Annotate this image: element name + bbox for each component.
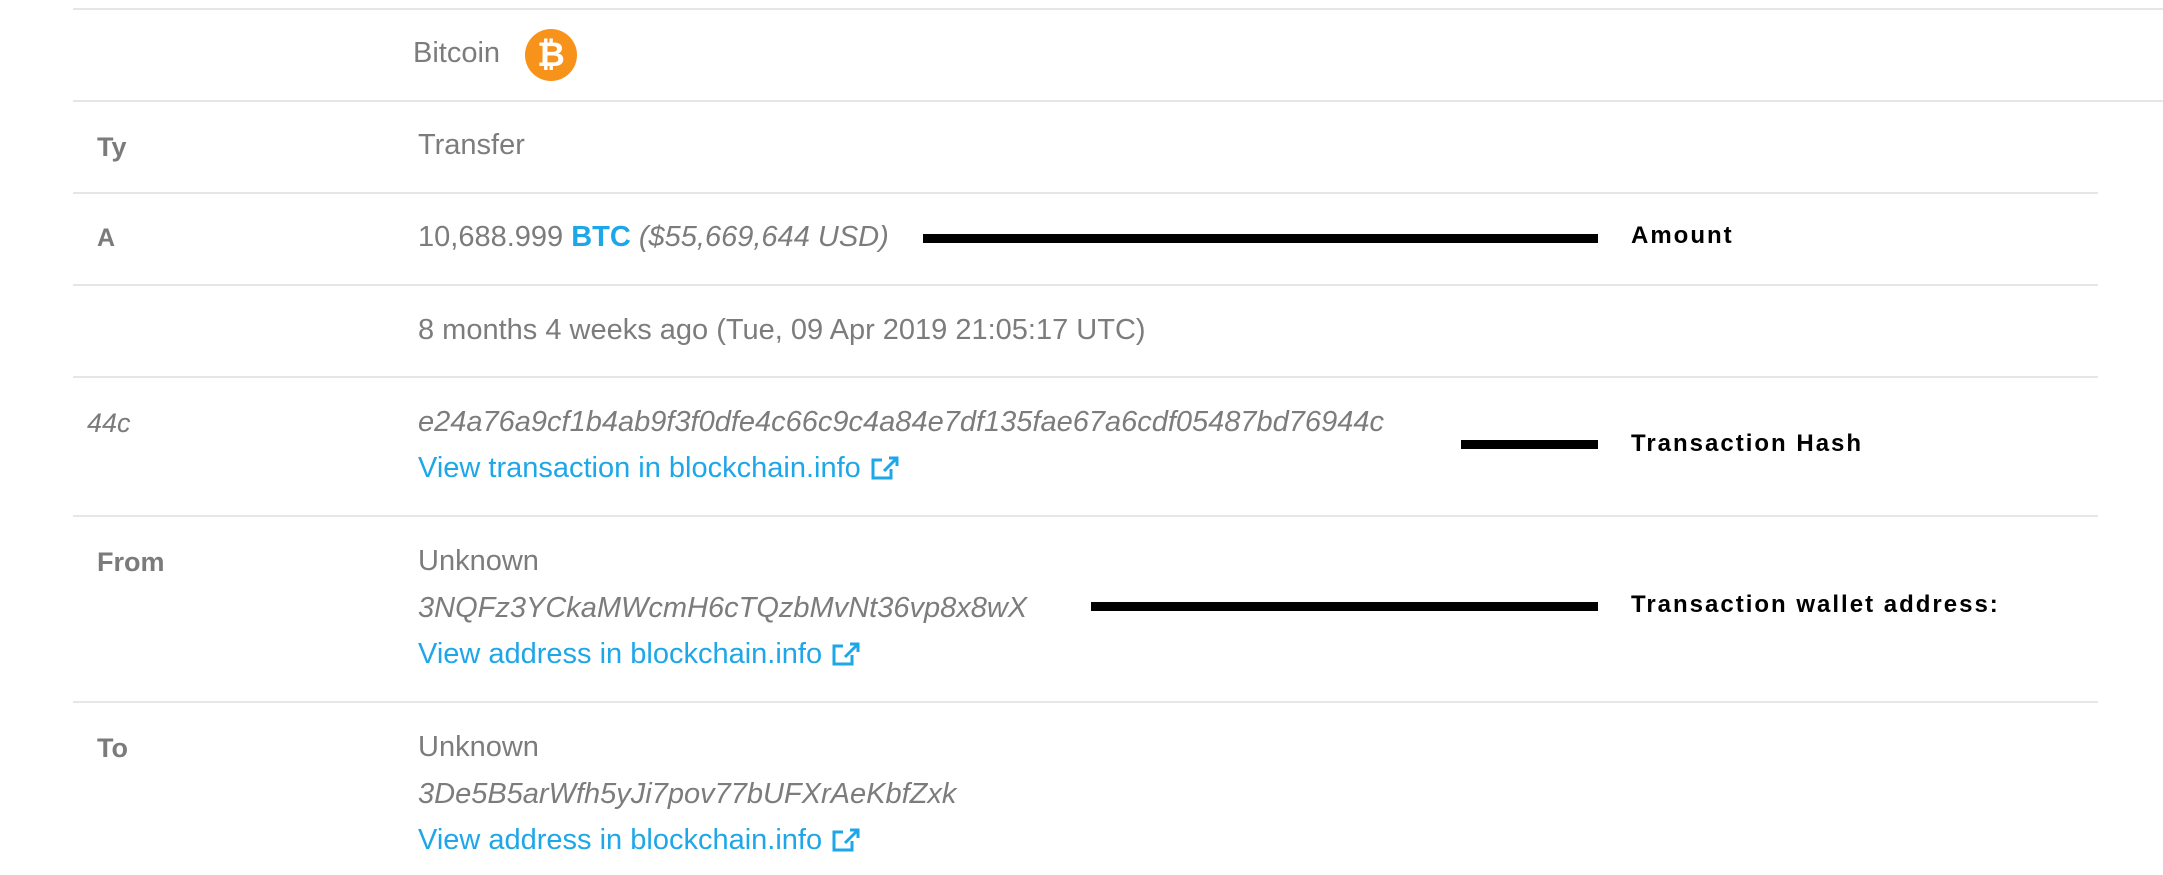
view-transaction-label: View transaction in blockchain.info	[418, 452, 861, 484]
time-value: 8 months 4 weeks ago (Tue, 09 Apr 2019 2…	[418, 314, 1146, 346]
view-transaction-link[interactable]: View transaction in blockchain.info	[418, 452, 899, 485]
amount-value: 10,688.999 BTC ($55,669,644 USD)	[418, 221, 889, 254]
amount-annotation-line	[923, 234, 1598, 243]
from-label: From	[97, 547, 165, 577]
external-link-icon	[832, 828, 860, 852]
view-to-address-label: View address in blockchain.info	[418, 824, 823, 856]
amount-number: 10,688.999	[418, 221, 564, 253]
hash-value: e24a76a9cf1b4ab9f3f0dfe4c66c9c4a84e7df13…	[418, 406, 1384, 438]
wallet-annotation: Transaction wallet address:	[1631, 591, 2000, 618]
amount-usd: ($55,669,644 USD)	[638, 221, 889, 253]
amount-annotation: Amount	[1631, 222, 1734, 249]
to-label: To	[97, 733, 128, 763]
amount-unit[interactable]: BTC	[571, 221, 631, 253]
hash-annotation-line	[1461, 440, 1598, 449]
view-to-address-link[interactable]: View address in blockchain.info	[418, 824, 860, 857]
hash-annotation: Transaction Hash	[1631, 430, 1864, 457]
divider	[73, 192, 2098, 194]
amount-label: A	[97, 224, 116, 252]
type-value: Transfer	[418, 129, 525, 161]
divider	[73, 100, 2163, 102]
wallet-annotation-line	[1091, 602, 1598, 611]
divider	[73, 701, 2098, 703]
divider	[73, 8, 2163, 10]
from-address: 3NQFz3YCkaMWcmH6cTQzbMvNt36vp8x8wX	[418, 592, 1028, 624]
view-from-address-link[interactable]: View address in blockchain.info	[418, 638, 860, 671]
view-from-address-label: View address in blockchain.info	[418, 638, 823, 670]
from-owner: Unknown	[418, 545, 539, 577]
coin-name: Bitcoin	[413, 37, 501, 69]
divider	[73, 284, 2098, 286]
to-owner: Unknown	[418, 731, 539, 763]
to-address: 3De5B5arWfh5yJi7pov77bUFXrAeKbfZxk	[418, 778, 957, 810]
bitcoin-icon: ₿	[525, 29, 577, 81]
external-link-icon	[871, 456, 899, 480]
divider	[73, 515, 2098, 517]
hash-label: 44c	[87, 408, 131, 438]
external-link-icon	[832, 642, 860, 666]
divider	[73, 376, 2098, 378]
type-label: Ty	[97, 132, 127, 162]
